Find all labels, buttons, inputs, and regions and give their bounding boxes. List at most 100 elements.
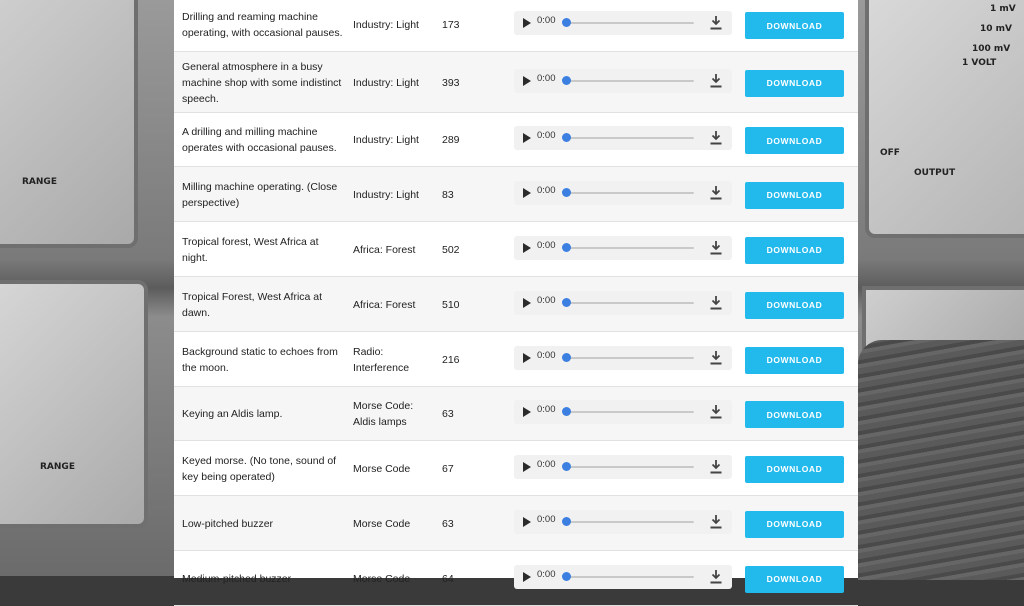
download-icon[interactable] [710, 240, 722, 255]
play-icon[interactable] [523, 516, 531, 527]
sound-category: Industry: Light [353, 76, 419, 89]
player-time: 0:00 [537, 404, 556, 415]
play-icon[interactable] [523, 133, 531, 143]
play-icon[interactable] [523, 461, 531, 472]
download-icon[interactable] [710, 73, 722, 88]
progress-track[interactable] [566, 246, 694, 249]
audio-player[interactable]: 0:00 [514, 509, 732, 534]
download-button[interactable]: DOWNLOAD [745, 181, 844, 209]
play-icon[interactable] [523, 571, 531, 582]
download-button[interactable]: DOWNLOAD [745, 127, 844, 154]
progress-track[interactable] [566, 137, 694, 139]
audio-player[interactable]: 0:00 [514, 126, 732, 150]
sound-duration: 63 [442, 517, 454, 530]
table-row: Milling machine operating. (Close perspe… [174, 167, 858, 222]
mv10-label: 10 mV [980, 24, 1013, 34]
download-icon[interactable] [710, 350, 722, 365]
audio-player[interactable]: 0:00 [514, 235, 732, 260]
play-icon[interactable] [523, 352, 531, 363]
table-row: General atmosphere in a busy machine sho… [174, 52, 858, 113]
output-label: OUTPUT [914, 168, 956, 178]
sound-description: Background static to echoes from the moo… [182, 345, 338, 374]
audio-player[interactable]: 0:00 [514, 400, 732, 424]
sound-duration: 393 [442, 76, 460, 89]
download-icon[interactable] [710, 514, 722, 529]
progress-track[interactable] [566, 79, 694, 82]
sound-category: Radio: Interference [353, 345, 410, 374]
download-icon[interactable] [710, 569, 722, 584]
progress-track[interactable] [566, 411, 694, 413]
player-time: 0:00 [537, 458, 556, 470]
progress-thumb[interactable] [562, 187, 571, 197]
download-button[interactable]: DOWNLOAD [745, 401, 844, 428]
download-icon[interactable] [710, 405, 722, 419]
progress-track[interactable] [566, 22, 694, 24]
download-button[interactable]: DOWNLOAD [745, 12, 844, 39]
table-row: Drilling and reaming machine operating, … [174, 0, 858, 52]
player-time: 0:00 [537, 349, 556, 361]
sound-category: Morse Code [353, 462, 411, 475]
player-time: 0:00 [537, 294, 556, 306]
progress-thumb[interactable] [562, 297, 571, 307]
progress-thumb[interactable] [562, 133, 571, 142]
audio-player[interactable]: 0:00 [514, 345, 732, 370]
table-row: Tropical forest, West Africa at night. A… [174, 222, 858, 277]
audio-player[interactable]: 0:00 [514, 564, 732, 589]
range-label-2: RANGE [40, 462, 75, 472]
download-icon[interactable] [710, 459, 722, 474]
download-button[interactable]: DOWNLOAD [745, 69, 844, 97]
progress-thumb[interactable] [562, 242, 571, 252]
audio-player[interactable]: 0:00 [514, 68, 732, 93]
sound-category: Industry: Light [353, 134, 419, 146]
progress-thumb[interactable] [562, 407, 571, 416]
player-time: 0:00 [537, 184, 556, 196]
progress-thumb[interactable] [562, 516, 571, 526]
audio-player[interactable]: 0:00 [514, 180, 732, 205]
play-icon[interactable] [523, 75, 531, 86]
sound-category: Africa: Forest [353, 298, 416, 311]
progress-thumb[interactable] [562, 461, 571, 471]
play-icon[interactable] [523, 18, 531, 28]
download-icon[interactable] [710, 16, 722, 30]
download-button[interactable]: DOWNLOAD [745, 236, 844, 264]
download-button[interactable]: DOWNLOAD [745, 565, 844, 593]
progress-track[interactable] [566, 465, 694, 468]
play-icon[interactable] [523, 242, 531, 253]
sound-category: Morse Code [353, 572, 411, 585]
download-button[interactable]: DOWNLOAD [745, 510, 844, 538]
progress-thumb[interactable] [562, 571, 571, 581]
progress-thumb[interactable] [562, 352, 571, 362]
sound-description: Medium-pitched buzzer [182, 572, 292, 585]
play-icon[interactable] [523, 187, 531, 198]
download-button[interactable]: DOWNLOAD [745, 291, 844, 319]
play-icon[interactable] [523, 407, 531, 417]
sound-duration: 63 [442, 408, 454, 420]
play-icon[interactable] [523, 297, 531, 308]
sound-duration: 67 [442, 462, 454, 475]
sound-description: Tropical forest, West Africa at night. [182, 235, 319, 264]
audio-player[interactable]: 0:00 [514, 454, 732, 479]
progress-track[interactable] [566, 520, 694, 523]
equipment-panel-right-top [865, 0, 1024, 238]
download-icon[interactable] [710, 185, 722, 200]
sound-description: Keying an Aldis lamp. [182, 408, 283, 420]
progress-track[interactable] [566, 191, 694, 194]
sound-description: General atmosphere in a busy machine sho… [182, 60, 342, 105]
audio-player[interactable]: 0:00 [514, 290, 732, 315]
audio-player[interactable]: 0:00 [514, 11, 732, 35]
progress-track[interactable] [566, 356, 694, 359]
player-time: 0:00 [537, 239, 556, 251]
progress-thumb[interactable] [562, 18, 571, 27]
sound-category: Industry: Light [353, 19, 419, 31]
progress-thumb[interactable] [562, 75, 571, 85]
download-icon[interactable] [710, 295, 722, 310]
progress-track[interactable] [566, 301, 694, 304]
table-row: Keyed morse. (No tone, sound of key bein… [174, 441, 858, 496]
download-button[interactable]: DOWNLOAD [745, 455, 844, 483]
table-row: Background static to echoes from the moo… [174, 332, 858, 387]
download-icon[interactable] [710, 131, 722, 145]
sound-duration: 64 [442, 572, 454, 585]
download-button[interactable]: DOWNLOAD [745, 346, 844, 374]
mv100-label: 100 mV [972, 44, 1011, 54]
sound-category: Morse Code: Aldis lamps [353, 400, 414, 428]
